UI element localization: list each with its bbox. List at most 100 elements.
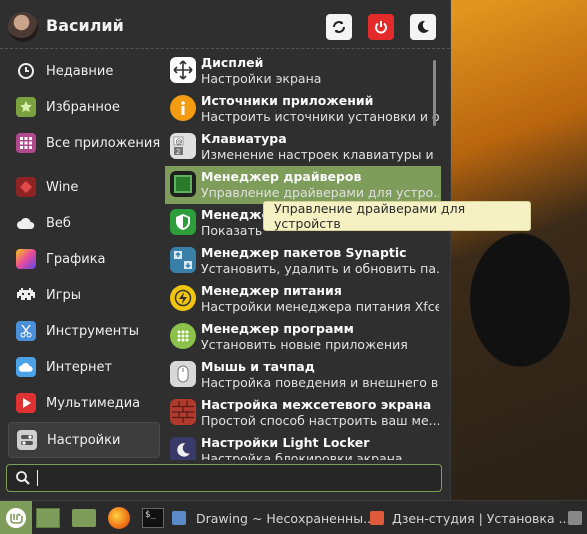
sidebar-item-label: Мультимедиа — [46, 395, 141, 411]
app-title: Настройки Light Locker — [201, 435, 370, 450]
toggles-icon — [17, 430, 37, 450]
app-description: Настройки менеджера питания Xfce — [201, 299, 439, 314]
drawing-app-icon — [172, 511, 186, 525]
sidebar-item-internet[interactable]: Интернет — [8, 350, 158, 384]
palette-icon — [16, 249, 36, 269]
sidebar-item-label: Графика — [46, 251, 106, 267]
sidebar-item-label: Все приложения — [46, 135, 161, 151]
brick-wall-icon — [170, 399, 196, 425]
app-description: Установить, удалить и обновить па... — [201, 261, 439, 276]
sidebar-item-label: Настройки — [47, 432, 121, 448]
app-mouse-touchpad[interactable]: Мышь и тачпад Настройка поведения и внеш… — [165, 356, 441, 394]
user-name: Василий — [46, 16, 124, 35]
power-icon — [375, 21, 387, 34]
taskbar-window-drawing[interactable]: Drawing ~ Несохраненны... — [172, 505, 375, 531]
avatar[interactable] — [8, 12, 38, 42]
moon-lock-icon — [170, 437, 196, 460]
chip-icon — [170, 171, 196, 197]
app-synaptic[interactable]: Менеджер пакетов Synaptic Установить, уд… — [165, 242, 441, 280]
list-scrollbar[interactable] — [433, 60, 436, 126]
app-description: Простой способ настроить ваш ме... — [201, 413, 439, 428]
svg-text:@: @ — [176, 138, 183, 146]
sidebar-item-label: Wine — [46, 179, 79, 195]
folder-icon — [72, 509, 96, 527]
cloud-icon — [16, 213, 36, 233]
sidebar-item-settings[interactable]: Настройки — [8, 422, 160, 458]
header-divider — [0, 48, 450, 49]
sidebar-item-label: Веб — [46, 215, 71, 231]
app-driver-manager[interactable]: Менеджер драйверов Управление драйверами… — [165, 166, 441, 204]
mouse-icon — [170, 361, 196, 387]
text-caret — [37, 470, 38, 486]
cloud-blue-icon — [16, 357, 36, 377]
sidebar-item-label: Игры — [46, 287, 82, 303]
search-input[interactable] — [6, 464, 442, 492]
power-button[interactable] — [368, 14, 394, 40]
app-title: Менеджер питания — [201, 283, 342, 298]
app-description: Настроить источники установки и обн... — [201, 109, 439, 124]
sidebar-item-web[interactable]: Веб — [8, 206, 158, 240]
wine-icon — [16, 177, 36, 197]
sidebar-item-label: Избранное — [46, 99, 120, 115]
app-title: Клавиатура — [201, 131, 287, 146]
window-title: Drawing ~ Несохраненны... — [196, 510, 375, 526]
terminal-icon: $_ — [142, 508, 164, 528]
svg-text:2: 2 — [176, 148, 180, 156]
app-description: Настройка блокировки экрана — [201, 451, 403, 460]
sidebar-item-recent[interactable]: Недавние — [8, 54, 158, 88]
menu-button[interactable] — [0, 501, 32, 534]
sidebar-item-accessories[interactable]: Инструменты — [8, 314, 158, 348]
app-software-manager[interactable]: Менеджер программ Установить новые прило… — [165, 318, 441, 356]
window-title: Дзен-студия | Установка ... — [392, 510, 571, 526]
application-menu: Василий Недавние Избранное Все приложени… — [0, 0, 451, 500]
app-title: Настройка межсетевого экрана — [201, 397, 432, 412]
firefox-icon — [108, 507, 130, 529]
sidebar-item-all-apps[interactable]: Все приложения — [8, 126, 161, 160]
app-title: Дисплей — [201, 55, 264, 70]
taskbar: $_ Drawing ~ Несохраненны... Дзен-студия… — [0, 500, 587, 534]
sidebar-item-wine[interactable]: Wine — [8, 170, 158, 204]
sidebar-item-multimedia[interactable]: Мультимедиа — [8, 386, 158, 420]
app-title: Менеджер пакетов Synaptic — [201, 245, 407, 260]
moon-icon — [417, 20, 429, 33]
app-description: Установить новые приложения — [201, 337, 408, 352]
sidebar-item-favorites[interactable]: Избранное — [8, 90, 158, 124]
app-power-manager[interactable]: Менеджер питания Настройки менеджера пит… — [165, 280, 441, 318]
menu-header: Василий — [0, 0, 450, 52]
app-title: Мышь и тачпад — [201, 359, 315, 374]
app-description: Изменение настроек клавиатуры и ... — [201, 147, 439, 162]
app-keyboard[interactable]: @2 Клавиатура Изменение настроек клавиат… — [165, 128, 441, 166]
firefox-launcher[interactable] — [108, 505, 130, 531]
app-description: Управление драйверами для устро... — [201, 185, 439, 200]
clock-icon — [16, 61, 36, 81]
sidebar-item-graphics[interactable]: Графика — [8, 242, 158, 276]
scissors-icon — [16, 321, 36, 341]
app-firewall[interactable]: Настройка межсетевого экрана Простой спо… — [165, 394, 441, 432]
tooltip: Управление драйверами для устройств — [263, 201, 531, 231]
lock-screen-button[interactable] — [326, 14, 352, 40]
shield-icon — [170, 209, 196, 235]
logout-button[interactable] — [410, 14, 436, 40]
show-desktop-button[interactable] — [36, 505, 60, 531]
space-invader-icon — [16, 285, 36, 305]
app-grid-icon — [170, 323, 196, 349]
grid-icon — [16, 133, 36, 153]
app-title: Менеджер программ — [201, 321, 354, 336]
taskbar-window-extra[interactable] — [568, 505, 582, 531]
info-icon — [170, 95, 196, 121]
window-app-icon — [568, 511, 582, 525]
taskbar-window-browser[interactable]: Дзен-студия | Установка ... — [370, 505, 571, 531]
app-title: Источники приложений — [201, 93, 374, 108]
app-software-sources[interactable]: Источники приложений Настроить источники… — [165, 90, 441, 128]
sync-icon — [333, 21, 345, 33]
play-icon — [16, 393, 36, 413]
sidebar-item-label: Интернет — [46, 359, 113, 375]
terminal-launcher[interactable]: $_ — [142, 505, 164, 531]
app-display[interactable]: Дисплей Настройки экрана — [165, 52, 441, 90]
browser-app-icon — [370, 511, 384, 525]
desktop-icon — [36, 508, 60, 528]
sidebar-item-games[interactable]: Игры — [8, 278, 158, 312]
files-launcher[interactable] — [72, 505, 96, 531]
package-arrows-icon — [170, 247, 196, 273]
app-light-locker[interactable]: Настройки Light Locker Настройка блокиро… — [165, 432, 441, 460]
